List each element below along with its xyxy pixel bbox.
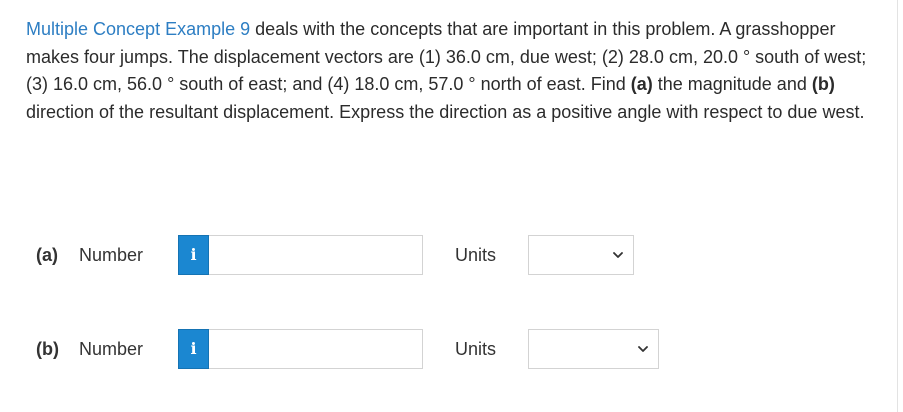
number-label-b: Number	[79, 339, 144, 359]
problem-text-end: direction of the resultant displacement.…	[26, 101, 865, 122]
multiple-concept-example-link[interactable]: Multiple Concept Example 9	[26, 19, 250, 39]
part-b-reference: (b)	[811, 74, 835, 94]
info-button-a[interactable]: i	[178, 235, 209, 275]
number-input-a[interactable]	[209, 235, 423, 275]
units-label-a: Units	[455, 245, 497, 265]
answer-row-a: (a) Number i Units	[0, 235, 898, 277]
answer-row-b: (b) Number i Units	[0, 329, 898, 371]
chevron-down-icon	[638, 346, 648, 352]
units-select-a[interactable]	[528, 235, 634, 275]
part-label-a: (a)	[36, 245, 58, 265]
info-icon: i	[190, 245, 197, 264]
number-label-a: Number	[79, 245, 144, 265]
part-a-reference: (a)	[630, 74, 653, 94]
chevron-down-icon	[613, 252, 623, 258]
info-icon: i	[190, 339, 197, 358]
problem-text-mid: the magnitude and	[652, 74, 812, 94]
units-label-b: Units	[455, 339, 497, 359]
problem-statement: Multiple Concept Example 9 deals with th…	[26, 16, 876, 126]
part-label-b: (b)	[36, 339, 59, 359]
info-button-b[interactable]: i	[178, 329, 209, 369]
units-select-b[interactable]	[528, 329, 659, 369]
number-input-b[interactable]	[209, 329, 423, 369]
question-card: Multiple Concept Example 9 deals with th…	[0, 0, 898, 412]
